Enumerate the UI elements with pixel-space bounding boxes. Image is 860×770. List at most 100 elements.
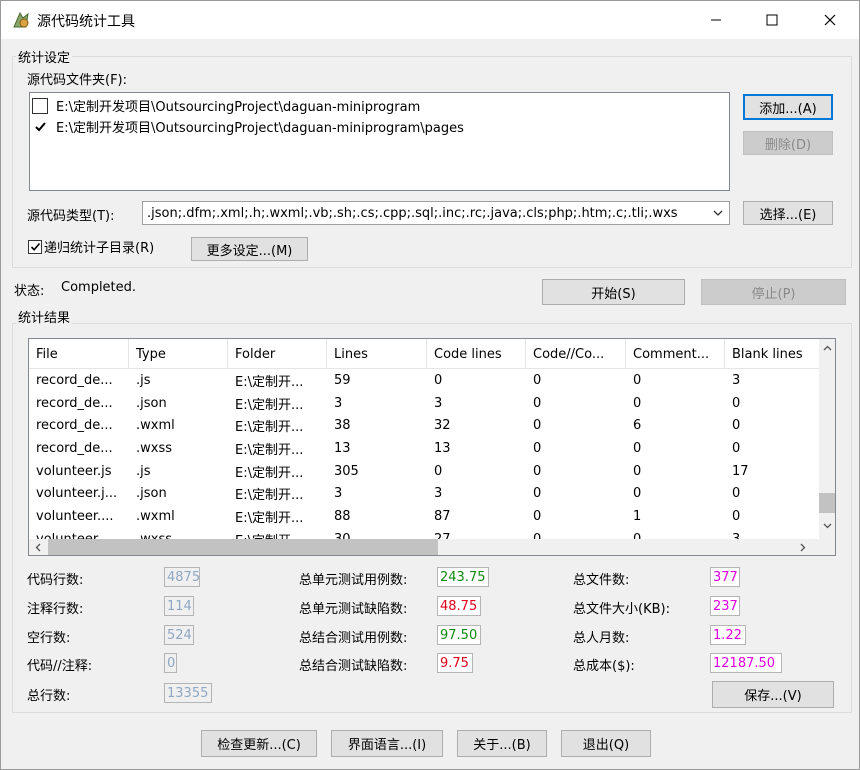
table-row[interactable]: volunteer.js .js E:\定制开... 305 0 0 0 17 [29,460,819,483]
blank-lines-field: 524 [164,625,194,645]
maximize-button[interactable] [743,1,801,39]
column-header-file[interactable]: File [29,339,129,369]
stat-label: 总文件大小(KB): [573,602,670,617]
folder-list-item[interactable]: E:\定制开发项目\OutsourcingProject\daguan-mini… [30,95,729,116]
start-button[interactable]: 开始(S) [542,279,685,305]
cell-lines: 38 [334,418,351,434]
select-type-button[interactable]: 选择...(E) [743,201,833,225]
cell-folder: E:\定制开... [235,397,304,413]
checkmark-icon [34,122,46,132]
cell-lines: 13 [334,440,351,456]
folder-checkbox[interactable] [32,97,48,114]
cell-code-comment: 0 [533,508,542,524]
cell-type: .wxml [136,418,175,434]
stat-label: 总单元测试缺陷数: [299,602,408,617]
cell-blank-lines: 3 [725,528,819,539]
column-header-blank-lines[interactable]: Blank lines [725,339,819,369]
about-button[interactable]: 关于...(B) [457,730,547,757]
recursive-checkbox-label: 递归统计子目录(R) [44,241,155,256]
chevron-up-icon[interactable] [822,343,833,354]
stat-label: 总成本($): [573,659,635,674]
table-row[interactable]: record_de... .json E:\定制开... 3 3 0 0 0 [29,392,819,415]
exit-button[interactable]: 退出(Q) [561,730,651,757]
more-settings-button[interactable]: 更多设定...(M) [191,237,308,261]
cell-comment: 0 [633,440,642,456]
cell-lines: 3 [334,395,343,411]
cell-file: record_de... [36,372,113,388]
total-lines-field: 13355 [164,683,212,703]
recursive-checkbox[interactable]: 递归统计子目录(R) [28,237,154,256]
column-header-lines[interactable]: Lines [327,339,427,369]
table-row[interactable]: record_de... .js E:\定制开... 59 0 0 0 3 [29,369,819,392]
add-folder-button[interactable]: 添加...(A) [743,94,833,120]
check-update-button[interactable]: 检查更新...(C) [201,730,317,757]
integration-test-defects-field: 9.75 [437,653,473,673]
horizontal-scroll-thumb[interactable] [48,539,438,555]
cell-comment: 0 [633,372,642,388]
table-row[interactable]: volunteer.... .wxss E:\定制开... 30 27 0 0 … [29,528,819,539]
cell-type: .json [136,486,167,502]
horizontal-scrollbar[interactable] [29,539,819,555]
cell-code-lines: 27 [427,528,526,539]
cell-folder: E:\定制开... [235,420,304,436]
save-button[interactable]: 保存...(V) [712,681,834,708]
stat-label: 代码//注释: [27,659,93,674]
minimize-button[interactable] [687,1,745,39]
cell-code-comment: 0 [533,440,542,456]
folder-path: E:\定制开发项目\OutsourcingProject\daguan-mini… [56,100,421,115]
table-row[interactable]: volunteer.... .wxml E:\定制开... 88 87 0 1 … [29,505,819,528]
folder-list-item[interactable]: E:\定制开发项目\OutsourcingProject\daguan-mini… [30,116,729,137]
unit-test-defects-field: 48.75 [437,596,481,616]
stop-button[interactable]: 停止(P) [701,279,846,305]
chevron-down-icon [713,210,723,216]
vertical-scroll-thumb[interactable] [819,493,835,513]
cell-blank-lines: 0 [732,418,741,434]
column-header-code-comment[interactable]: Code//Co... [526,339,626,369]
cell-comment: 0 [633,463,642,479]
source-type-value: .json;.dfm;.xml;.h;.wxml;.vb;.sh;.cs;.cp… [147,205,678,221]
delete-folder-button[interactable]: 删除(D) [743,131,833,155]
results-table[interactable]: File Type Folder Lines Code lines Code//… [28,338,836,556]
folder-checkbox[interactable] [32,118,48,135]
maximize-icon [766,14,778,26]
stat-label: 总单元测试用例数: [299,573,408,588]
column-header-code-lines[interactable]: Code lines [427,339,526,369]
language-button[interactable]: 界面语言...(I) [331,730,443,757]
status-value: Completed. [61,280,137,295]
title-bar[interactable]: 源代码统计工具 [1,1,859,39]
integration-test-cases-field: 97.50 [437,625,481,645]
column-header-comment[interactable]: Comment... [626,339,725,369]
cell-blank-lines: 0 [732,508,741,524]
chevron-left-icon[interactable] [33,542,44,553]
cell-comment: 6 [633,418,642,434]
chevron-down-icon[interactable] [822,520,833,531]
source-type-combobox[interactable]: .json;.dfm;.xml;.h;.wxml;.vb;.sh;.cs;.cp… [142,201,730,225]
minimize-icon [711,19,721,21]
table-row[interactable]: record_de... .wxml E:\定制开... 38 32 0 6 0 [29,414,819,437]
cell-lines: 59 [334,372,351,388]
total-man-months-field: 1.22 [710,625,746,645]
cell-file: volunteer.... [36,508,114,524]
vertical-scrollbar[interactable] [819,339,835,539]
table-row[interactable]: record_de... .wxss E:\定制开... 13 13 0 0 0 [29,437,819,460]
cell-comment: 0 [626,528,725,539]
app-icon [13,11,29,28]
cell-file: volunteer.js [36,463,112,479]
cell-code-lines: 3 [434,486,443,502]
column-header-folder[interactable]: Folder [228,339,327,369]
cell-code-comment: 0 [533,486,542,502]
close-button[interactable] [801,1,859,39]
cell-code-comment: 0 [533,418,542,434]
cell-lines: 305 [334,463,359,479]
cell-blank-lines: 3 [732,372,741,388]
table-header: File Type Folder Lines Code lines Code//… [29,339,819,369]
column-header-type[interactable]: Type [129,339,228,369]
recursive-checkbox-box[interactable] [28,239,42,254]
cell-type: .wxml [136,508,175,524]
table-row[interactable]: volunteer.j... .json E:\定制开... 3 3 0 0 0 [29,482,819,505]
stat-label: 总结合测试用例数: [299,631,408,646]
cell-comment: 1 [633,508,642,524]
chevron-right-icon[interactable] [797,542,808,553]
stat-label: 空行数: [27,631,71,646]
folder-list[interactable]: E:\定制开发项目\OutsourcingProject\daguan-mini… [29,92,730,191]
